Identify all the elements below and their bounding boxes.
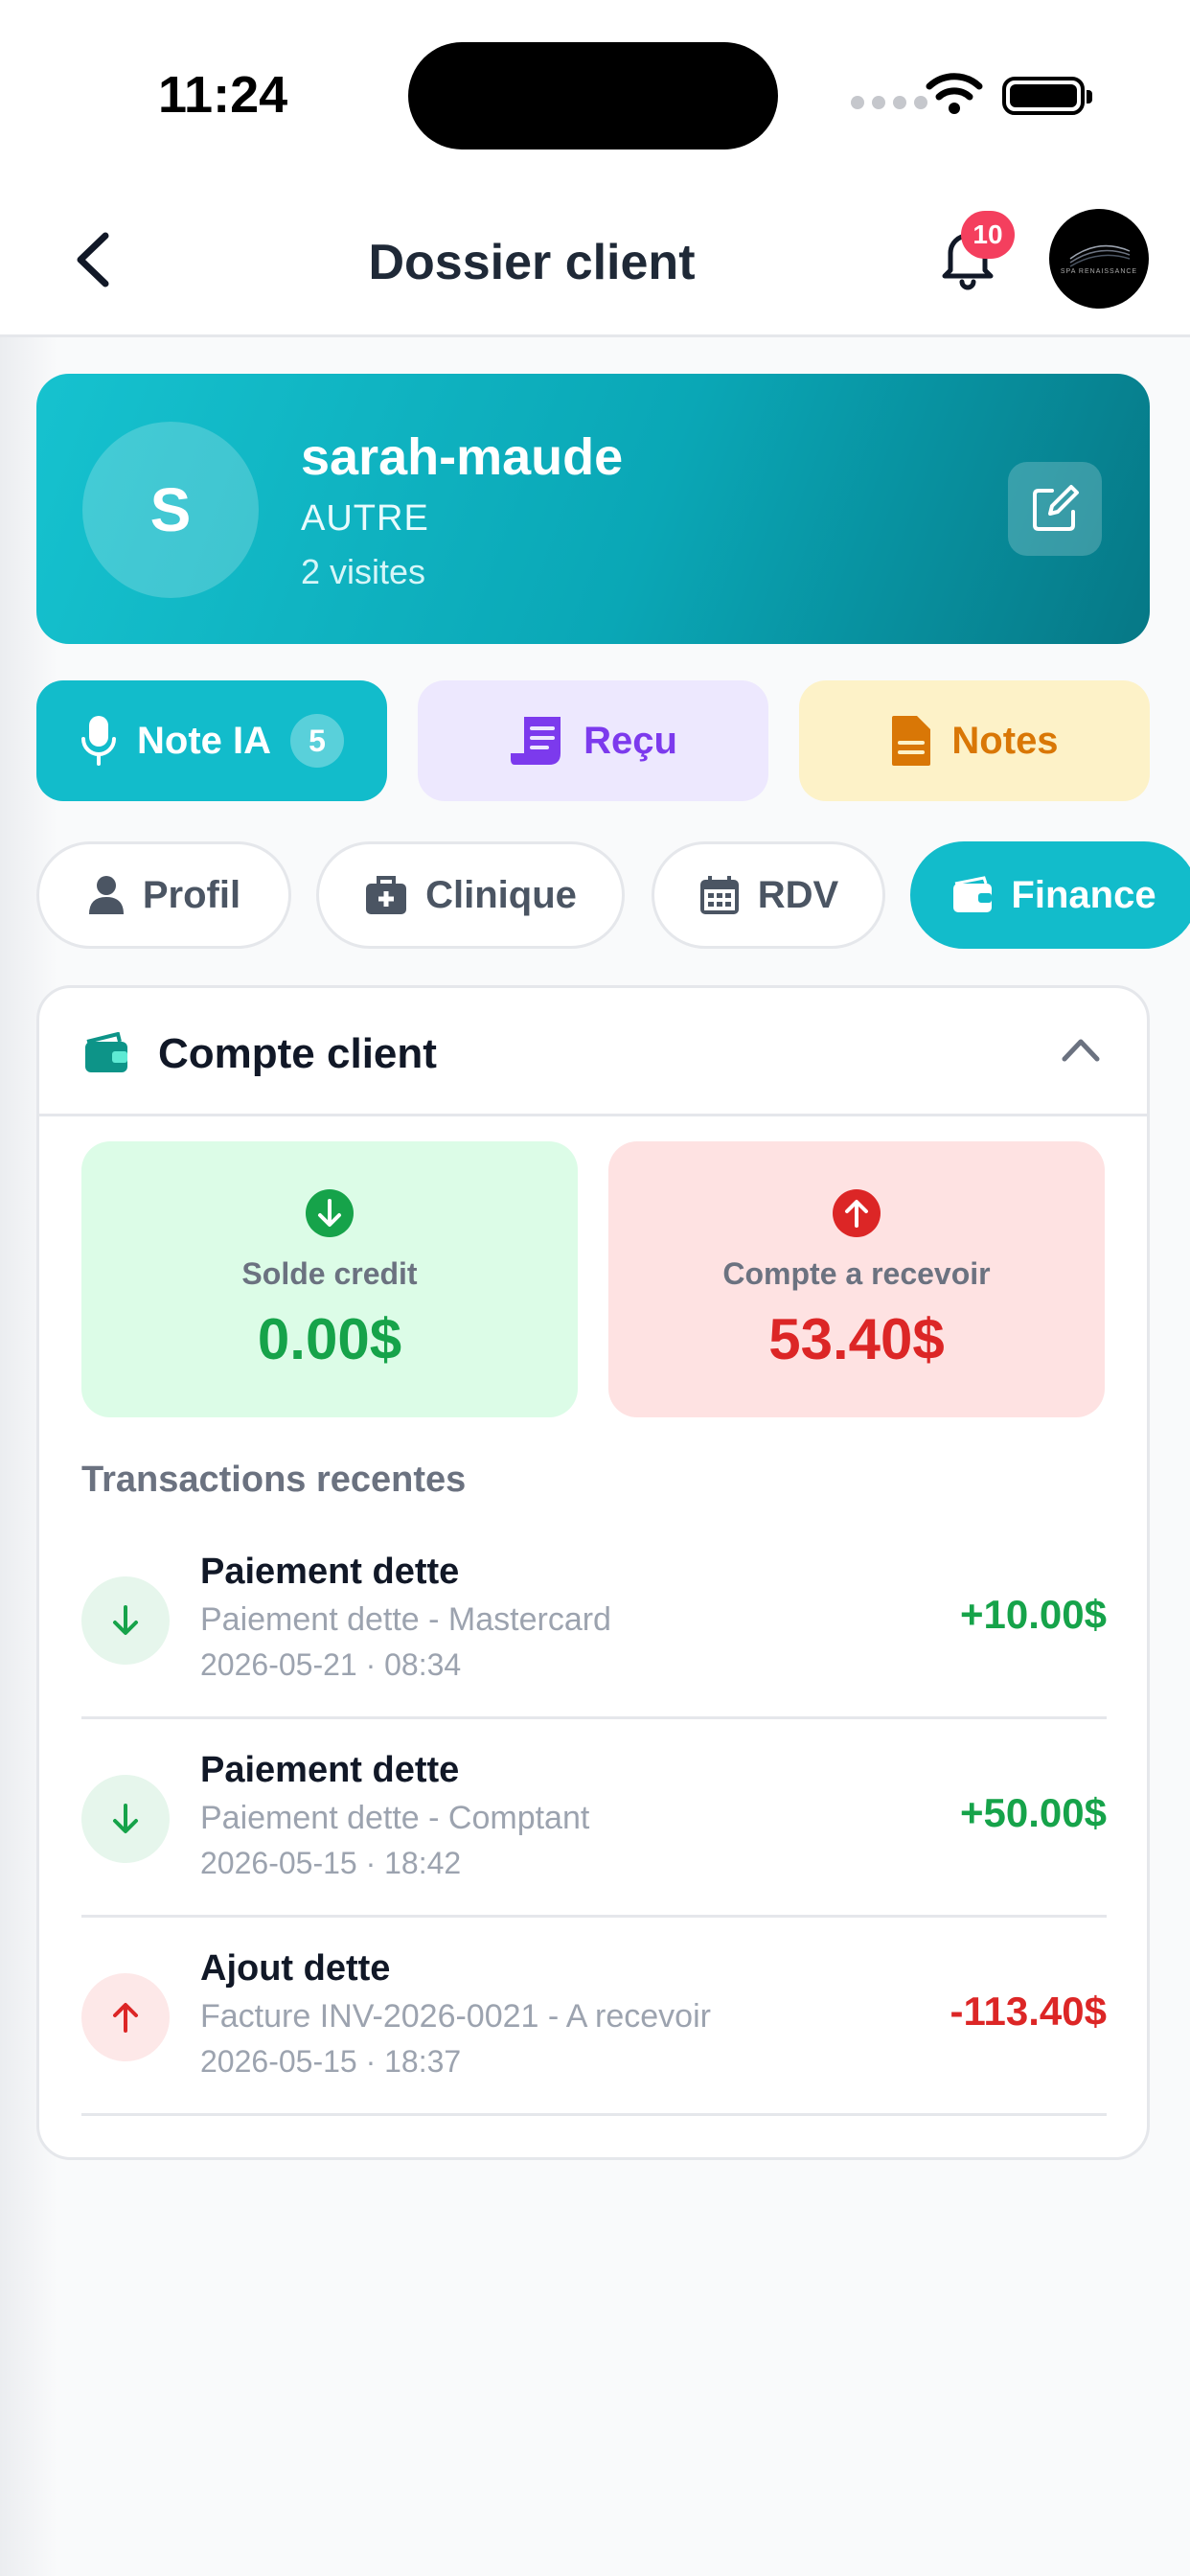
- arrow-up-circle-icon: [833, 1189, 881, 1237]
- logo-wave-icon: [1069, 244, 1131, 267]
- transaction-amount: +50.00$: [960, 1790, 1107, 1835]
- wallet-icon: [85, 1032, 127, 1072]
- transaction-amount: -113.40$: [950, 1989, 1108, 2034]
- note-ia-button[interactable]: Note IA 5: [36, 680, 387, 801]
- transaction-description: Paiement dette - Mastercard: [200, 1601, 611, 1638]
- medical-kit-icon: [366, 876, 407, 914]
- arrow-down-icon: [81, 1775, 170, 1863]
- transaction-date: 2026-05-21 · 08:34: [200, 1647, 462, 1682]
- account-panel: Compte client Solde credit 0.00$ Compte …: [36, 985, 1150, 2160]
- battery-icon: [1002, 77, 1092, 115]
- note-ia-label: Note IA: [137, 719, 271, 762]
- document-icon: [892, 716, 931, 766]
- edit-client-button[interactable]: [1008, 462, 1102, 556]
- receivable-value: 53.40$: [768, 1307, 945, 1371]
- wallet-icon: [953, 876, 993, 912]
- tab-profil-label: Profil: [142, 873, 241, 916]
- status-time: 11:24: [158, 66, 288, 124]
- transaction-row[interactable]: Paiement dette Paiement dette - Comptant…: [81, 1719, 1107, 1918]
- receipt-icon: [511, 717, 561, 765]
- client-actions: Note IA 5 Reçu Notes: [36, 680, 1150, 801]
- account-panel-title: Compte client: [158, 1030, 437, 1077]
- note-ia-count-badge: 5: [290, 714, 344, 768]
- transaction-title: Paiement dette: [200, 1750, 460, 1790]
- cellular-signal-icon: [851, 96, 927, 109]
- arrow-down-circle-icon: [306, 1189, 354, 1237]
- credit-balance-value: 0.00$: [257, 1307, 402, 1371]
- tab-clinique[interactable]: Clinique: [316, 841, 625, 949]
- account-panel-header[interactable]: Compte client: [39, 988, 1147, 1116]
- status-bar: 11:24: [0, 0, 1190, 182]
- transaction-row[interactable]: Ajout dette Facture INV-2026-0021 - A re…: [81, 1918, 1107, 2116]
- transactions-title: Transactions recentes: [81, 1460, 467, 1500]
- client-name: sarah-maude: [301, 428, 624, 486]
- tab-profil[interactable]: Profil: [36, 841, 291, 949]
- transaction-description: Paiement dette - Comptant: [200, 1800, 590, 1836]
- notes-label: Notes: [951, 719, 1059, 762]
- notification-count-badge: 10: [961, 211, 1015, 259]
- client-type: AUTRE: [301, 498, 429, 539]
- transaction-title: Paiement dette: [200, 1552, 460, 1592]
- section-tabs: Profil Clinique RDV Finance: [36, 841, 1190, 949]
- client-card: S sarah-maude AUTRE 2 visites: [36, 374, 1150, 644]
- tab-finance[interactable]: Finance: [910, 841, 1190, 949]
- person-icon: [88, 876, 124, 914]
- receivable-label: Compte a recevoir: [722, 1256, 991, 1291]
- notes-button[interactable]: Notes: [799, 680, 1150, 801]
- logo-text: SPA RENAISSANCE: [1060, 268, 1138, 275]
- receivable-card: Compte a recevoir 53.40$: [608, 1141, 1105, 1417]
- chevron-up-icon[interactable]: [1061, 1036, 1101, 1065]
- edit-icon: [1033, 485, 1079, 531]
- client-visits: 2 visites: [301, 552, 426, 591]
- spa-logo-avatar[interactable]: SPA RENAISSANCE: [1049, 209, 1149, 309]
- tab-rdv[interactable]: RDV: [652, 841, 885, 949]
- transaction-description: Facture INV-2026-0021 - A recevoir: [200, 1998, 711, 2035]
- calendar-icon: [699, 876, 739, 914]
- receipt-label: Reçu: [584, 719, 677, 762]
- credit-balance-label: Solde credit: [241, 1256, 418, 1291]
- arrow-down-icon: [81, 1576, 170, 1665]
- dynamic-island: [408, 42, 778, 150]
- tab-finance-label: Finance: [1011, 873, 1156, 916]
- page-title: Dossier client: [368, 235, 696, 290]
- transaction-date: 2026-05-15 · 18:37: [200, 2044, 462, 2079]
- transaction-row[interactable]: Paiement dette Paiement dette - Masterca…: [81, 1521, 1107, 1719]
- arrow-up-icon: [81, 1973, 170, 2061]
- credit-balance-card: Solde credit 0.00$: [81, 1141, 578, 1417]
- transaction-date: 2026-05-15 · 18:42: [200, 1846, 462, 1880]
- client-avatar: S: [82, 422, 259, 598]
- transaction-title: Ajout dette: [200, 1948, 391, 1989]
- transaction-amount: +10.00$: [960, 1592, 1107, 1637]
- microphone-icon: [81, 716, 116, 766]
- wifi-icon: [926, 73, 983, 114]
- receipt-button[interactable]: Reçu: [418, 680, 768, 801]
- top-navigation-bar: Dossier client 10 SPA RENAISSANCE: [0, 182, 1190, 337]
- tab-rdv-label: RDV: [757, 873, 839, 916]
- tab-clinique-label: Clinique: [425, 873, 577, 916]
